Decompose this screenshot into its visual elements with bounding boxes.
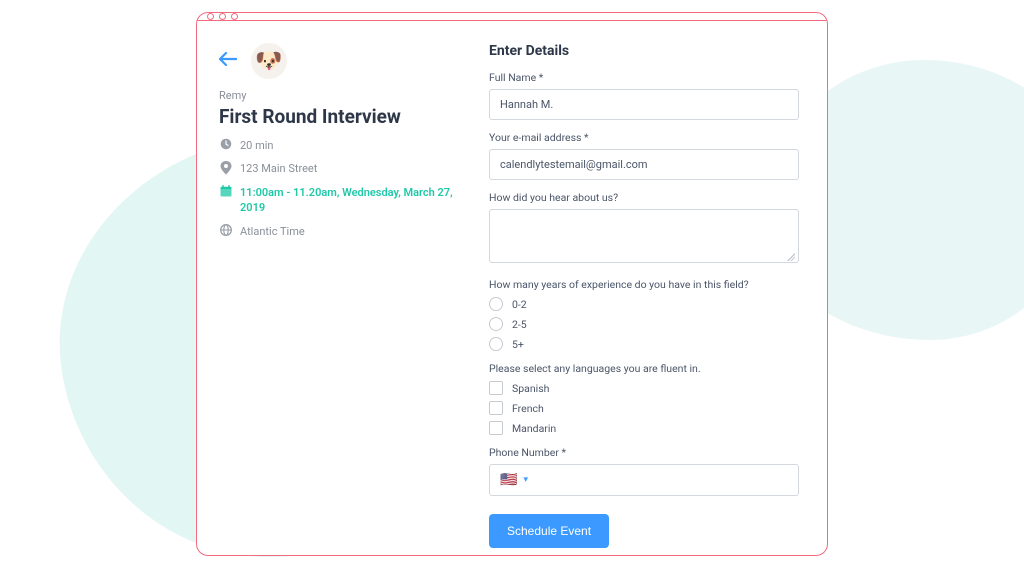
full-name-label: Full Name *	[489, 71, 799, 84]
checkbox-icon[interactable]	[489, 381, 503, 395]
languages-label: Please select any languages you are flue…	[489, 362, 799, 375]
language-option-label: French	[512, 402, 544, 415]
clock-icon	[219, 138, 232, 150]
location-pin-icon	[219, 161, 232, 175]
window-titlebar	[197, 13, 827, 21]
checkbox-icon[interactable]	[489, 421, 503, 435]
back-arrow-icon[interactable]	[219, 52, 237, 66]
event-datetime: 11:00am - 11.20am, Wednesday, March 27, …	[240, 185, 469, 216]
phone-label: Phone Number *	[489, 446, 799, 459]
event-duration-row: 20 min	[219, 138, 469, 153]
email-label: Your e-mail address *	[489, 131, 799, 144]
content-area: 🐶 Remy First Round Interview 20 min 123 …	[197, 21, 827, 556]
form-heading: Enter Details	[489, 43, 799, 59]
checkbox-icon[interactable]	[489, 401, 503, 415]
radio-icon[interactable]	[489, 297, 503, 311]
calendar-icon	[219, 185, 232, 197]
full-name-input[interactable]	[489, 89, 799, 120]
event-datetime-row: 11:00am - 11.20am, Wednesday, March 27, …	[219, 185, 469, 216]
email-input[interactable]	[489, 149, 799, 180]
chevron-down-icon[interactable]: ▾	[523, 475, 528, 485]
window-control-close[interactable]	[207, 13, 214, 20]
event-location: 123 Main Street	[240, 161, 317, 176]
event-title: First Round Interview	[219, 105, 469, 128]
experience-option-label: 0-2	[512, 298, 527, 311]
language-option[interactable]: Spanish	[489, 381, 799, 395]
host-avatar: 🐶	[251, 43, 287, 79]
language-option[interactable]: French	[489, 401, 799, 415]
language-option-label: Mandarin	[512, 422, 556, 435]
experience-option[interactable]: 0-2	[489, 297, 799, 311]
event-details-panel: 🐶 Remy First Round Interview 20 min 123 …	[219, 43, 469, 548]
host-name: Remy	[219, 89, 469, 102]
phone-input[interactable]: 🇺🇸 ▾	[489, 464, 799, 496]
event-duration: 20 min	[240, 138, 274, 153]
app-window: 🐶 Remy First Round Interview 20 min 123 …	[196, 12, 828, 556]
language-option-label: Spanish	[512, 382, 549, 395]
event-timezone-row: Atlantic Time	[219, 224, 469, 239]
radio-icon[interactable]	[489, 317, 503, 331]
window-control-minimize[interactable]	[219, 13, 226, 20]
experience-option[interactable]: 5+	[489, 337, 799, 351]
schedule-event-button[interactable]: Schedule Event	[489, 514, 609, 548]
hear-about-textarea[interactable]	[489, 209, 799, 263]
experience-option-label: 2-5	[512, 318, 527, 331]
event-timezone: Atlantic Time	[240, 224, 305, 239]
experience-label: How many years of experience do you have…	[489, 278, 799, 291]
event-location-row: 123 Main Street	[219, 161, 469, 176]
language-option[interactable]: Mandarin	[489, 421, 799, 435]
form-panel: Enter Details Full Name * Your e-mail ad…	[489, 43, 799, 548]
flag-icon: 🇺🇸	[500, 473, 517, 487]
experience-option-label: 5+	[512, 338, 524, 351]
experience-option[interactable]: 2-5	[489, 317, 799, 331]
hear-about-label: How did you hear about us?	[489, 191, 799, 204]
globe-icon	[219, 224, 232, 236]
window-control-maximize[interactable]	[231, 13, 238, 20]
radio-icon[interactable]	[489, 337, 503, 351]
